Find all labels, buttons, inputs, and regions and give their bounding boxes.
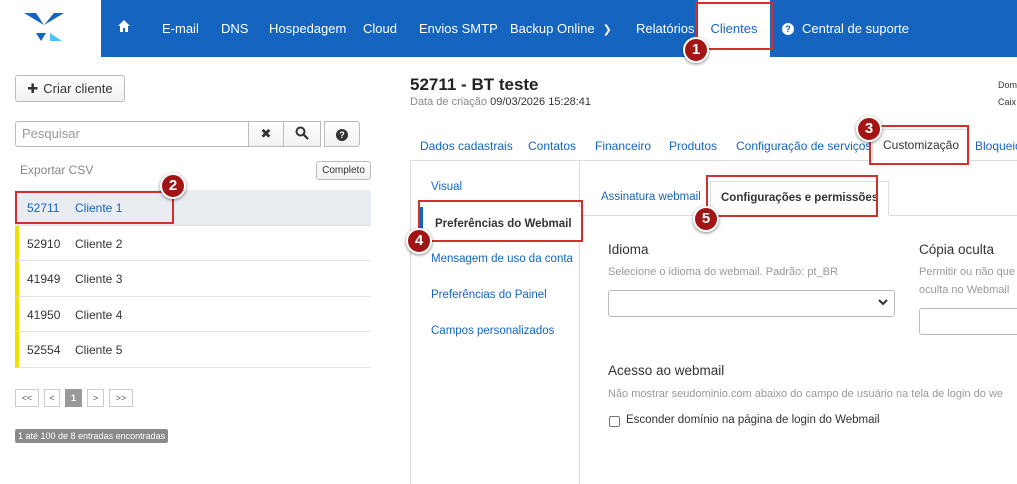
truncated-label-dom: Dom (998, 80, 1017, 90)
nav-central-suporte-label: Central de suporte (802, 21, 909, 36)
nav-backup-online[interactable]: Backup Online ❯ (510, 0, 612, 57)
nav-central-suporte[interactable]: ? Central de suporte (782, 0, 909, 57)
step-marker-4: 4 (406, 228, 432, 254)
idioma-description: Selecione o idioma do webmail. Padrão: p… (608, 266, 838, 278)
side-item-mensagem-uso[interactable]: Mensagem de uso da conta (431, 253, 573, 265)
chevron-down-icon (878, 299, 888, 306)
idioma-heading: Idioma (608, 242, 649, 257)
client-name: Cliente 1 (75, 201, 123, 215)
client-row[interactable]: 52910 Cliente 2 (15, 225, 371, 261)
side-item-preferencias-webmail[interactable]: Preferências do Webmail (420, 207, 580, 243)
client-row[interactable]: 52711 Cliente 1 (15, 190, 371, 226)
pager-last-button[interactable]: >> (109, 389, 133, 407)
nav-backup-online-label: Backup Online (510, 21, 595, 36)
client-name: Cliente 4 (75, 307, 123, 322)
pager-page-button[interactable]: 1 (65, 389, 82, 407)
tab-configuracoes-permissoes[interactable]: Configurações e permissões (710, 181, 890, 216)
client-id: 41949 (27, 272, 61, 286)
side-item-visual[interactable]: Visual (431, 181, 462, 193)
top-nav-bar: E-mail DNS Hospedagem Cloud Envios SMTP … (0, 0, 1017, 57)
creation-date-value: 09/03/2026 15:28:41 (490, 96, 592, 108)
client-name: Cliente 3 (75, 272, 123, 286)
step-marker-2: 2 (160, 173, 186, 199)
pager-next-button[interactable]: > (87, 389, 104, 407)
client-id: 41950 (27, 307, 61, 322)
search-help-button[interactable]: ? (324, 121, 360, 147)
nav-dns[interactable]: DNS (221, 0, 248, 57)
client-id: 52554 (27, 343, 61, 357)
client-row[interactable]: 41950 Cliente 4 (15, 296, 371, 332)
truncated-label-caix: Caix (998, 97, 1017, 107)
side-item-campos-personalizados[interactable]: Campos personalizados (431, 325, 554, 337)
create-client-label: Criar cliente (43, 81, 113, 96)
create-client-button[interactable]: ✚ Criar cliente (15, 75, 125, 102)
export-csv-link[interactable]: Exportar CSV (20, 163, 93, 177)
search-icon (295, 126, 309, 140)
client-list: 52711 Cliente 1 52910 Cliente 2 41949 Cl… (15, 190, 371, 368)
nav-email[interactable]: E-mail (162, 0, 199, 57)
logo[interactable] (0, 0, 101, 57)
step-marker-3: 3 (856, 116, 882, 142)
client-id: 52711 (27, 201, 60, 215)
nav-envios-smtp[interactable]: Envios SMTP (419, 0, 498, 57)
client-name: Cliente 2 (75, 236, 123, 251)
tab-contatos[interactable]: Contatos (528, 139, 576, 153)
clear-search-button[interactable]: ✖ (248, 121, 284, 147)
tab-configuracao-servicos[interactable]: Configuração de serviços (736, 139, 871, 153)
client-row[interactable]: 41949 Cliente 3 (15, 261, 371, 297)
nav-hospedagem[interactable]: Hospedagem (269, 0, 346, 57)
step-marker-1: 1 (683, 37, 709, 63)
copia-oculta-input[interactable] (919, 308, 1017, 335)
page-title: 52711 - BT teste (410, 75, 539, 94)
tab-assinatura-webmail[interactable]: Assinatura webmail (601, 191, 701, 203)
pager-prev-button[interactable]: < (44, 389, 60, 407)
home-icon[interactable] (117, 19, 131, 33)
side-item-preferencias-painel[interactable]: Preferências do Painel (431, 289, 547, 301)
tab-bloqueio[interactable]: Bloqueio (975, 139, 1017, 153)
search-button[interactable] (283, 121, 321, 147)
tab-produtos[interactable]: Produtos (669, 139, 717, 153)
language-select[interactable] (608, 290, 895, 317)
complete-button[interactable]: Completo (316, 161, 371, 180)
pager-first-button[interactable]: << (15, 389, 39, 407)
logo-mark-icon (24, 13, 64, 41)
copia-oculta-heading: Cópia oculta (919, 242, 995, 257)
copia-oculta-description-2: oculta no Webmail (919, 284, 1010, 296)
hide-domain-label: Esconder domínio na página de login do W… (626, 414, 880, 426)
close-icon: ✖ (260, 126, 272, 141)
chevron-down-icon: ❯ (602, 24, 612, 36)
client-name: Cliente 5 (75, 343, 123, 357)
step-marker-5: 5 (693, 206, 719, 232)
hide-domain-checkbox[interactable] (609, 416, 620, 427)
tab-customizacao[interactable]: Customização (872, 129, 971, 161)
acesso-webmail-heading: Acesso ao webmail (608, 363, 725, 378)
creation-date: Data de criação 09/03/2026 15:28:41 (410, 96, 591, 108)
client-id: 52910 (27, 236, 61, 251)
nav-cloud[interactable]: Cloud (363, 0, 397, 57)
client-row[interactable]: 52554 Cliente 5 (15, 332, 371, 368)
entries-count-badge: 1 até 100 de 8 entradas encontradas (15, 429, 169, 443)
copia-oculta-description-1: Permitir ou não que (919, 266, 1015, 278)
help-icon: ? (782, 23, 794, 35)
acesso-webmail-description: Não mostrar seudominio.com abaixo do cam… (608, 388, 1004, 400)
side-nav: Visual Preferências do Webmail Mensagem … (410, 161, 580, 484)
creation-date-label: Data de criação (410, 96, 488, 108)
help-icon: ? (336, 129, 348, 141)
tab-dados-cadastrais[interactable]: Dados cadastrais (420, 139, 513, 153)
tab-financeiro[interactable]: Financeiro (595, 139, 651, 153)
search-input[interactable]: Pesquisar (15, 121, 249, 147)
plus-icon: ✚ (27, 81, 39, 96)
